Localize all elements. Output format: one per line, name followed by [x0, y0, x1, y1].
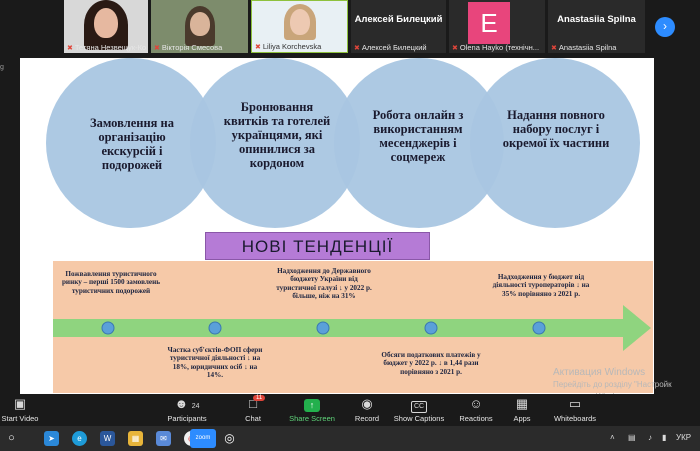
- participant-name: ✖ Liliya Korchevska: [255, 42, 322, 51]
- button-label: Reactions: [459, 414, 493, 423]
- participant-name: ✖ Алексей Билецкий: [354, 43, 427, 52]
- chevron-right-icon: ›: [663, 19, 667, 33]
- participant-name: ✖ Olena Hayko (технічн...: [452, 43, 540, 52]
- timeline-text: Надходження у бюджет від діяльності туро…: [492, 273, 590, 298]
- circle-text: Бронювання квитків та готелей українцями…: [223, 100, 331, 170]
- mic-muted-icon: ✖: [154, 45, 160, 52]
- timeline-node: [101, 321, 115, 335]
- obs-icon[interactable]: ◎: [222, 431, 237, 446]
- participant-tile[interactable]: Anastasiia Spilna ✖ Anastasiia Spilna: [548, 0, 645, 53]
- language-indicator[interactable]: УКР: [676, 433, 691, 442]
- telegram-icon[interactable]: ➤: [44, 431, 59, 446]
- circle-text: Замовлення на організацію екскурсій і по…: [89, 116, 175, 172]
- timeline-node: [532, 321, 546, 335]
- mic-muted-icon: ✖: [255, 44, 261, 51]
- word-icon[interactable]: W: [100, 431, 115, 446]
- participant-avatar: E: [468, 2, 510, 44]
- button-label: Record: [354, 414, 380, 423]
- mic-muted-icon: ✖: [452, 45, 458, 52]
- windows-taskbar: ○ ➤ e W ▦ ✉ ◉ zoom ◎ ˄ ▤ ♪ ▮ УКР: [0, 426, 700, 451]
- share-screen-button[interactable]: ↑ Share Screen: [288, 396, 336, 423]
- volume-icon[interactable]: ♪: [648, 433, 652, 442]
- button-label: Start Video: [1, 414, 39, 423]
- button-label: Show Captions: [393, 414, 445, 423]
- search-circle-icon[interactable]: ○: [4, 431, 19, 446]
- record-icon: ◉: [361, 396, 373, 411]
- participant-face: [189, 12, 210, 36]
- participant-tile[interactable]: E ✖ Olena Hayko (технічн...: [449, 0, 545, 53]
- participant-tile[interactable]: ✖ Тетяна Незвещук-Ко...: [64, 0, 148, 53]
- participant-tile[interactable]: Алексей Билецкий ✖ Алексей Билецкий: [351, 0, 446, 53]
- button-label: Participants: [167, 414, 207, 423]
- reactions-button[interactable]: ☺ Reactions: [456, 396, 496, 423]
- participant-tile[interactable]: ✖ Вікторія Смесова: [151, 0, 248, 53]
- zoom-app-icon[interactable]: zoom: [190, 429, 216, 448]
- start-video-button[interactable]: ▣ Start Video: [0, 396, 40, 423]
- watermark-title: Активация Windows: [553, 367, 646, 378]
- circle-text: Робота онлайн з використанням месенджері…: [372, 108, 464, 164]
- video-off-icon: ▣: [13, 396, 27, 411]
- smiley-icon: ☺: [469, 396, 483, 411]
- apps-button[interactable]: ▦ Apps: [508, 396, 536, 423]
- participant-name: ✖ Тетяна Незвещук-Ко...: [67, 43, 146, 52]
- timeline-text: Частка суб'єктів-ФОП сфери туристичної д…: [167, 346, 263, 380]
- meeting-toolbar: ▣ Start Video ☻ 24 Participants 11 □ Cha…: [0, 394, 700, 426]
- participants-button[interactable]: ☻ 24 Participants: [164, 396, 210, 423]
- participant-tile[interactable]: ✖ Liliya Korchevska: [251, 0, 348, 53]
- chat-badge: 11: [253, 395, 266, 401]
- whiteboards-button[interactable]: ▭ Whiteboards: [548, 396, 602, 423]
- tray-chevron-icon[interactable]: ˄: [610, 433, 615, 442]
- mic-muted-icon: ✖: [67, 45, 73, 52]
- participant-face: [289, 9, 310, 35]
- watermark-line: Перейдіть до розділу "Настройк: [553, 380, 672, 389]
- edge-icon[interactable]: e: [72, 431, 87, 446]
- timeline-text: Обсяги податкових платежів у бюджет у 20…: [381, 351, 481, 376]
- timeline-text: Пожвавлення туристичного ринку – перші 1…: [61, 270, 161, 295]
- mic-muted-icon: ✖: [551, 45, 557, 52]
- share-screen-icon: ↑: [288, 396, 336, 412]
- circle-text: Надання повного набору послуг і окремої …: [502, 108, 610, 150]
- button-label: Apps: [513, 414, 531, 423]
- folder-icon[interactable]: ▦: [128, 431, 143, 446]
- timeline-node: [208, 321, 222, 335]
- next-page-button[interactable]: ›: [655, 17, 675, 37]
- captions-icon: CC: [392, 396, 446, 413]
- side-marker: g: [0, 64, 4, 71]
- whiteboard-icon: ▭: [568, 396, 582, 411]
- participant-name: ✖ Вікторія Смесова: [154, 43, 223, 52]
- mail-icon[interactable]: ✉: [156, 431, 171, 446]
- battery-icon[interactable]: ▮: [662, 433, 666, 442]
- timeline-node: [316, 321, 330, 335]
- timeline-text: Надходження до Державного бюджету Україн…: [276, 267, 372, 301]
- participant-display-name: Алексей Билецкий: [354, 14, 443, 25]
- participant-display-name: Anastasiia Spilna: [557, 14, 636, 25]
- timeline-node: [424, 321, 438, 335]
- button-label: Chat: [245, 414, 261, 423]
- zoom-meeting-window: ✖ Тетяна Незвещук-Ко... ✖ Вікторія Смесова…: [0, 0, 700, 451]
- apps-icon: ▦: [515, 396, 529, 411]
- participant-face: [94, 8, 118, 38]
- participant-strip: ✖ Тетяна Незвещук-Ко... ✖ Вікторія Смесова…: [0, 0, 700, 56]
- participants-count: 24: [191, 403, 200, 410]
- network-icon[interactable]: ▤: [628, 433, 636, 442]
- shared-screen: Замовлення на організацію екскурсій і по…: [20, 58, 654, 394]
- show-captions-button[interactable]: CC Show Captions: [392, 396, 446, 423]
- participants-icon: ☻ 24: [174, 396, 200, 411]
- mic-muted-icon: ✖: [354, 45, 360, 52]
- button-label: Whiteboards: [553, 414, 597, 423]
- slide-banner: НОВІ ТЕНДЕНЦІЇ: [205, 232, 430, 260]
- chat-button[interactable]: 11 □ Chat: [236, 395, 270, 423]
- participant-name: ✖ Anastasiia Spilna: [551, 43, 617, 52]
- record-button[interactable]: ◉ Record: [350, 396, 384, 423]
- button-label: Share Screen: [289, 414, 335, 423]
